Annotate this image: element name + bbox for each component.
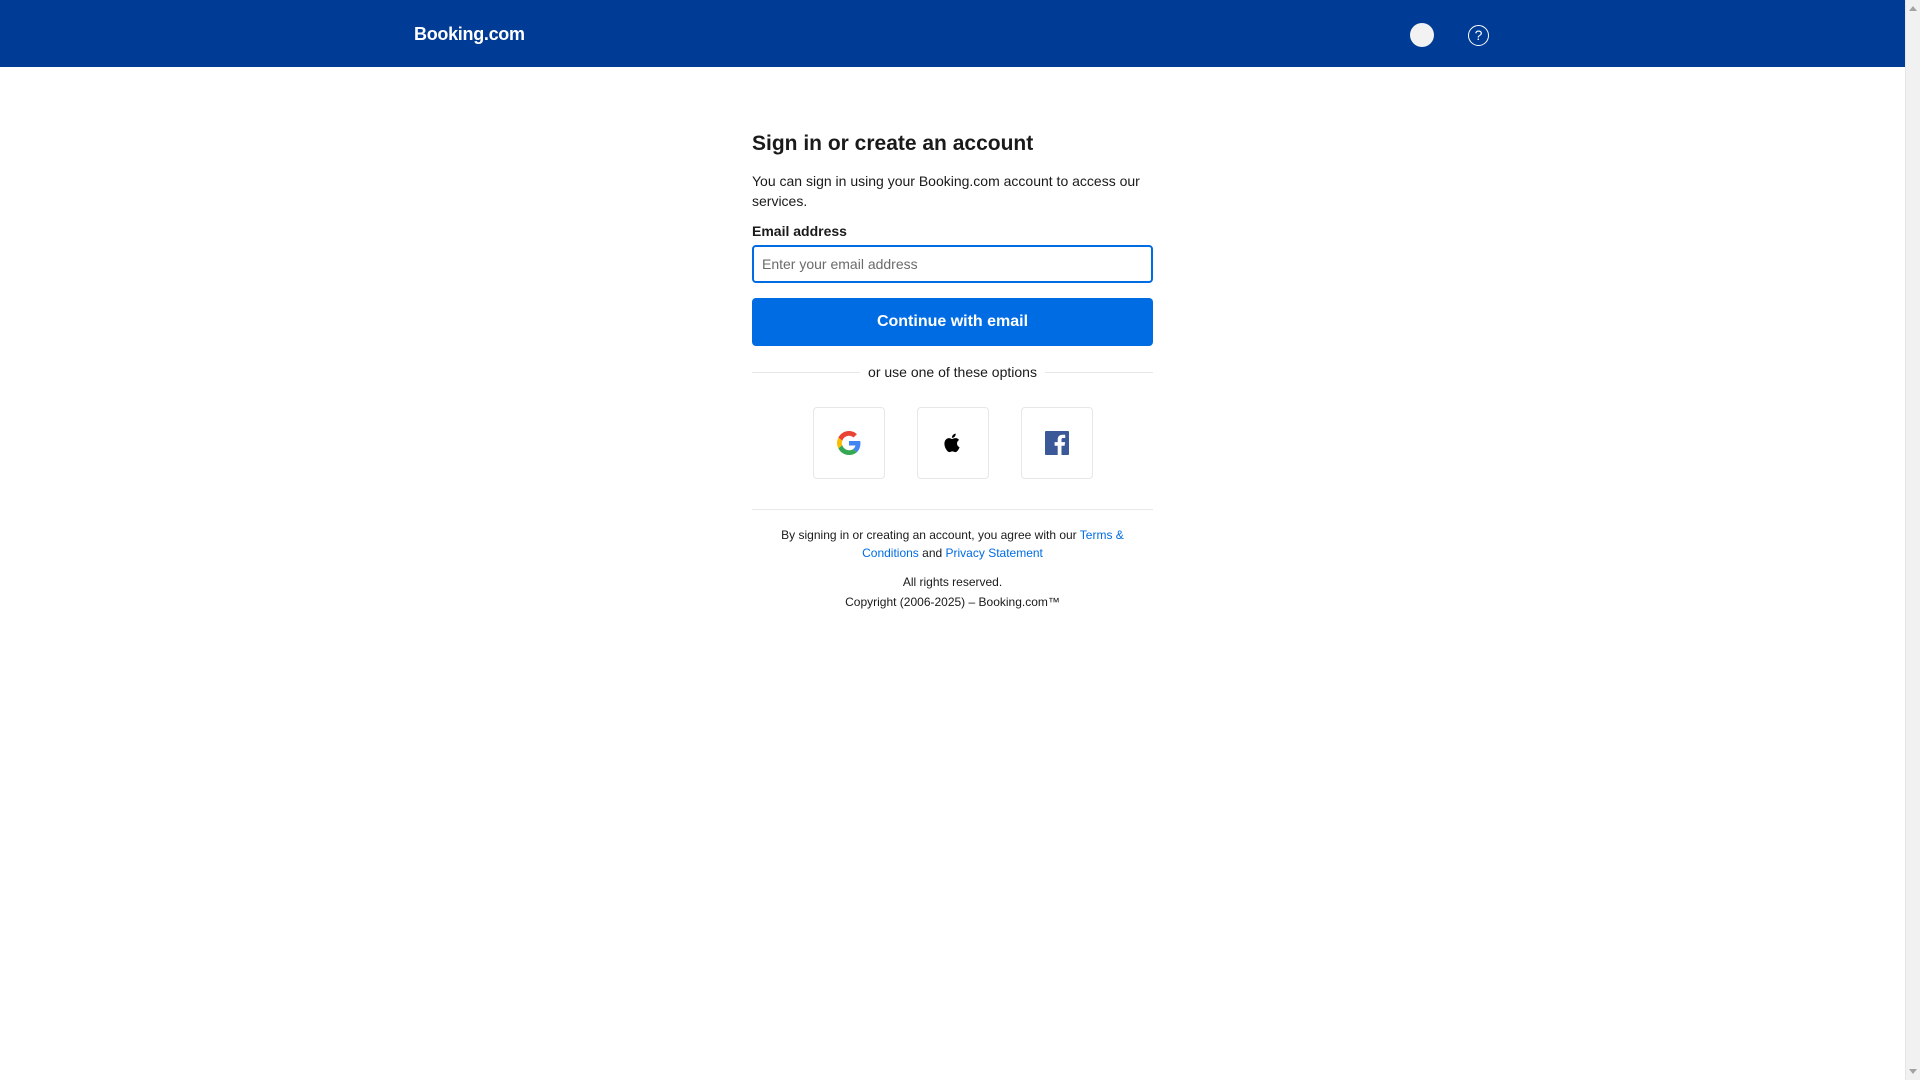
divider-text: or use one of these options xyxy=(868,364,1037,380)
booking-logo[interactable]: Booking.com xyxy=(414,24,525,45)
facebook-signin-button[interactable] xyxy=(1020,407,1093,479)
copyright-block: All rights reserved. Copyright (2006-202… xyxy=(752,572,1153,612)
options-divider: or use one of these options xyxy=(752,364,1153,380)
facebook-icon xyxy=(1044,431,1069,455)
scrollbar[interactable] xyxy=(1905,0,1920,1080)
legal-and: and xyxy=(918,546,946,560)
copyright-text: Copyright (2006-2025) – Booking.com™ xyxy=(845,595,1060,609)
scroll-up-icon[interactable] xyxy=(1909,6,1917,11)
social-login-options xyxy=(752,407,1153,479)
help-icon[interactable]: ? xyxy=(1468,25,1489,46)
page-title: Sign in or create an account xyxy=(752,132,1034,155)
continue-with-email-button[interactable]: Continue with email xyxy=(752,298,1153,346)
email-input[interactable] xyxy=(752,245,1153,283)
legal-prefix: By signing in or creating an account, yo… xyxy=(781,528,1080,542)
divider-line xyxy=(752,371,861,373)
email-label: Email address xyxy=(752,223,847,239)
divider-line xyxy=(1044,371,1153,373)
top-header: Booking.com ? xyxy=(0,0,1905,67)
apple-signin-button[interactable] xyxy=(916,407,989,479)
apple-icon xyxy=(943,433,960,453)
google-icon xyxy=(836,431,860,455)
section-separator xyxy=(752,509,1153,510)
signin-form: Sign in or create an account You can sig… xyxy=(752,132,1153,612)
rights-text: All rights reserved. xyxy=(902,575,1003,589)
avatar-icon[interactable] xyxy=(1410,23,1434,47)
google-signin-button[interactable] xyxy=(812,407,885,479)
privacy-link[interactable]: Privacy Statement xyxy=(946,546,1043,560)
legal-text: By signing in or creating an account, yo… xyxy=(752,526,1153,562)
scroll-down-icon[interactable] xyxy=(1909,1069,1917,1074)
signin-description: You can sign in using your Booking.com a… xyxy=(752,173,1140,209)
